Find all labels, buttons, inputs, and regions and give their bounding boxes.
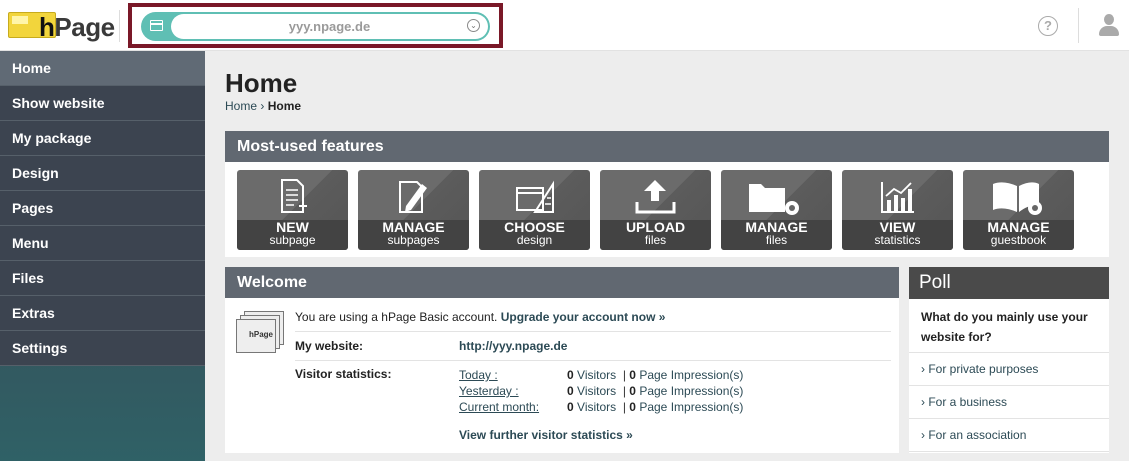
breadcrumb: Home › Home — [225, 99, 301, 113]
poll-option-business[interactable]: › For a business — [909, 386, 1109, 419]
tile-line1: MANAGE — [987, 219, 1050, 235]
chevron-down-icon[interactable]: ⌄ — [467, 19, 480, 32]
visitor-stats-label: Visitor statistics: — [295, 367, 392, 381]
tile-manage-files[interactable]: MANAGE files — [721, 170, 832, 250]
hpage-logo[interactable]: hPage — [8, 10, 115, 42]
tile-line1: NEW — [276, 219, 309, 235]
stat-row-current-month: Current month: 0 Visitors | 0 Page Impres… — [459, 399, 744, 415]
tile-line1: CHOOSE — [504, 219, 565, 235]
sidebar-item-my-package[interactable]: My package — [0, 121, 205, 156]
book-gear-icon — [993, 182, 1042, 215]
website-url-field[interactable]: yyy.npage.de — [171, 14, 488, 39]
more-stats-row: View further visitor statistics » — [459, 428, 759, 444]
tile-choose-design[interactable]: CHOOSE design — [479, 170, 590, 250]
sidebar-item-menu[interactable]: Menu — [0, 226, 205, 261]
website-icon-label: hPage — [236, 319, 276, 353]
breadcrumb-root[interactable]: Home — [225, 99, 257, 113]
account-row: You are using a hPage Basic account. Upg… — [295, 307, 891, 332]
sidebar-item-settings[interactable]: Settings — [0, 331, 205, 366]
website-selector[interactable]: yyy.npage.de ⌄ — [141, 12, 490, 41]
breadcrumb-current: Home — [267, 99, 302, 113]
website-row: My website: http://yyy.npage.de — [295, 335, 891, 361]
sidebar-item-show-website[interactable]: Show website — [0, 86, 205, 121]
chart-icon — [881, 182, 914, 213]
url-selector-highlight: yyy.npage.de ⌄ — [128, 3, 503, 48]
most-used-features-panel: Most-used features NEW subpage MANAGE su… — [225, 131, 1109, 257]
logo-name: Page — [54, 12, 115, 42]
welcome-panel: Welcome hPage You are using a hPage Basi… — [225, 267, 899, 453]
tile-line2: files — [765, 233, 788, 247]
tile-upload-files[interactable]: UPLOAD files — [600, 170, 711, 250]
sidebar-item-files[interactable]: Files — [0, 261, 205, 296]
tile-new-subpage[interactable]: NEW subpage — [237, 170, 348, 250]
poll-option-private[interactable]: › For private purposes — [909, 353, 1109, 386]
new-page-icon — [281, 179, 307, 213]
stat-row-today: Today :0 Visitors | 0 Page Impression(s) — [459, 367, 744, 383]
divider — [119, 10, 120, 42]
breadcrumb-separator: › — [260, 99, 265, 113]
website-url-text: yyy.npage.de — [288, 19, 371, 34]
help-icon[interactable]: ? — [1038, 16, 1058, 36]
folder-gear-icon — [749, 184, 799, 215]
tile-line2: files — [644, 233, 667, 247]
poll-question: What do you mainly use your website for? — [909, 299, 1109, 353]
poll-option-association[interactable]: › For an association — [909, 419, 1109, 452]
main-content: Home Home › Home Most-used features NEW … — [205, 51, 1129, 461]
sidebar-item-extras[interactable]: Extras — [0, 296, 205, 331]
tile-line2: subpage — [269, 233, 316, 247]
tile-line2: guestbook — [990, 233, 1047, 247]
website-url-link[interactable]: http://yyy.npage.de — [459, 335, 567, 357]
tile-line2: statistics — [874, 233, 921, 247]
account-text: You are using a hPage Basic account. — [295, 310, 498, 324]
tile-line2: design — [516, 233, 553, 247]
visitor-stats-row: Visitor statistics: Today :0 Visitors | … — [295, 367, 891, 419]
upload-icon — [635, 180, 676, 214]
sidebar-item-home[interactable]: Home — [0, 51, 205, 86]
tile-line1: MANAGE — [382, 219, 445, 235]
page-title: Home — [225, 68, 298, 98]
poll-panel: Poll What do you mainly use your website… — [909, 267, 1109, 453]
website-label: My website: — [295, 339, 364, 353]
website-pages-icon: hPage — [236, 311, 286, 357]
stat-row-yesterday: Yesterday :0 Visitors | 0 Page Impressio… — [459, 383, 744, 399]
logo-prefix: h — [39, 12, 55, 42]
design-icon — [516, 180, 554, 213]
features-heading: Most-used features — [225, 131, 1109, 162]
tile-manage-guestbook[interactable]: MANAGE guestbook — [963, 170, 1074, 250]
stat-period-link[interactable]: Yesterday : — [459, 383, 567, 399]
view-further-statistics-link[interactable]: View further visitor statistics » — [459, 428, 633, 442]
tile-line2: subpages — [387, 233, 440, 247]
welcome-heading: Welcome — [225, 267, 899, 298]
edit-page-icon — [399, 181, 427, 213]
poll-heading: Poll — [909, 267, 1109, 299]
tile-line1: VIEW — [879, 219, 916, 235]
sidebar-item-pages[interactable]: Pages — [0, 191, 205, 226]
sidebar-item-design[interactable]: Design — [0, 156, 205, 191]
top-bar: hPage yyy.npage.de ⌄ ? — [0, 0, 1129, 51]
tile-manage-subpages[interactable]: MANAGE subpages — [358, 170, 469, 250]
stat-period-link[interactable]: Current month: — [459, 399, 567, 415]
user-avatar-icon[interactable] — [1099, 14, 1119, 36]
visitor-stats-table: Today :0 Visitors | 0 Page Impression(s)… — [459, 367, 819, 415]
stat-period-link[interactable]: Today : — [459, 367, 567, 383]
tile-line1: UPLOAD — [625, 219, 686, 235]
upgrade-account-link[interactable]: Upgrade your account now » — [501, 310, 666, 324]
tile-line1: MANAGE — [745, 219, 808, 235]
browser-window-icon — [150, 20, 163, 31]
tile-view-statistics[interactable]: VIEW statistics — [842, 170, 953, 250]
sidebar: Home Show website My package Design Page… — [0, 51, 205, 461]
divider — [1078, 8, 1079, 43]
